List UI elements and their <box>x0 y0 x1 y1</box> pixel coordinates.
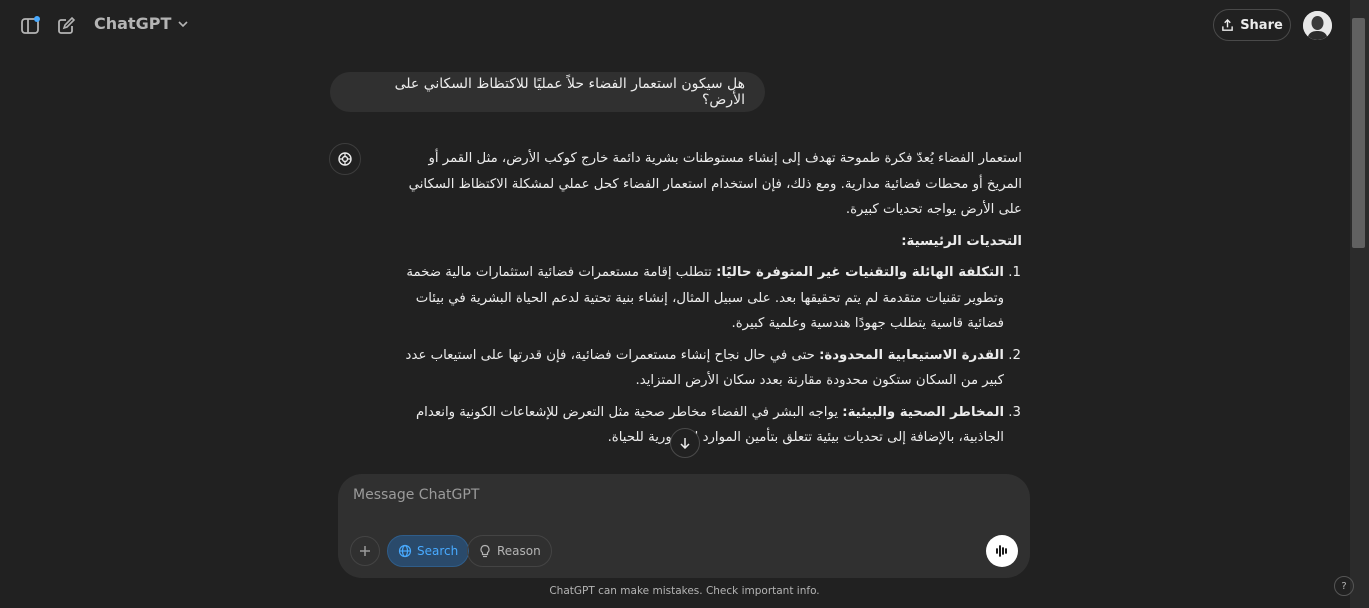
avatar[interactable] <box>1303 11 1332 40</box>
voice-waveform-icon <box>996 545 1007 557</box>
sidebar-toggle-icon[interactable] <box>15 11 45 41</box>
list-item: التكلفة الهائلة والتقنيات غير المتوفرة ح… <box>396 260 1004 337</box>
list-item-title: التكلفة الهائلة والتقنيات غير المتوفرة ح… <box>716 265 1004 280</box>
list-item: المخاطر الصحية والبيئية: يواجه البشر في … <box>396 400 1004 451</box>
user-message: هل سيكون استعمار الفضاء حلاً عمليًا للاك… <box>330 72 765 112</box>
chevron-down-icon <box>178 20 188 27</box>
search-button[interactable]: Search <box>387 535 470 567</box>
chatgpt-logo-icon <box>329 143 361 175</box>
challenges-list: التكلفة الهائلة والتقنيات غير المتوفرة ح… <box>396 260 1022 451</box>
arrow-down-icon <box>680 438 690 449</box>
assistant-heading: التحديات الرئيسية: <box>901 233 1022 249</box>
list-item-title: القدرة الاستيعابية المحدودة: <box>819 347 1004 363</box>
list-item: القدرة الاستيعابية المحدودة: حتى في حال … <box>396 343 1004 394</box>
voice-mode-button[interactable] <box>986 535 1018 567</box>
share-button[interactable]: Share <box>1213 9 1291 41</box>
model-name: ChatGPT <box>94 14 172 33</box>
assistant-message: استعمار الفضاء يُعدّ فكرة طموحة تهدف إلى… <box>396 146 1022 457</box>
globe-icon <box>398 544 412 558</box>
share-icon <box>1222 18 1234 31</box>
model-selector[interactable]: ChatGPT <box>94 14 189 33</box>
plus-icon <box>360 546 370 556</box>
search-label: Search <box>417 544 459 558</box>
lightbulb-icon <box>480 544 490 558</box>
scrollbar-thumb[interactable] <box>1352 18 1365 248</box>
composer: Message ChatGPT Search Reason <box>338 474 1030 578</box>
user-message-text: هل سيكون استعمار الفضاء حلاً عمليًا للاك… <box>394 76 745 108</box>
scroll-down-button[interactable] <box>670 428 700 458</box>
attach-button[interactable] <box>350 536 380 566</box>
disclaimer: ChatGPT can make mistakes. Check importa… <box>549 585 820 597</box>
assistant-intro: استعمار الفضاء يُعدّ فكرة طموحة تهدف إلى… <box>408 151 1022 217</box>
new-chat-icon[interactable] <box>51 11 81 41</box>
message-input[interactable]: Message ChatGPT <box>353 487 479 503</box>
share-label: Share <box>1240 17 1283 33</box>
help-button[interactable]: ? <box>1334 576 1354 596</box>
list-item-title: المخاطر الصحية والبيئية: <box>842 404 1004 420</box>
reason-label: Reason <box>497 544 541 558</box>
top-bar: ChatGPT Share <box>0 0 1350 52</box>
reason-button[interactable]: Reason <box>467 535 552 567</box>
